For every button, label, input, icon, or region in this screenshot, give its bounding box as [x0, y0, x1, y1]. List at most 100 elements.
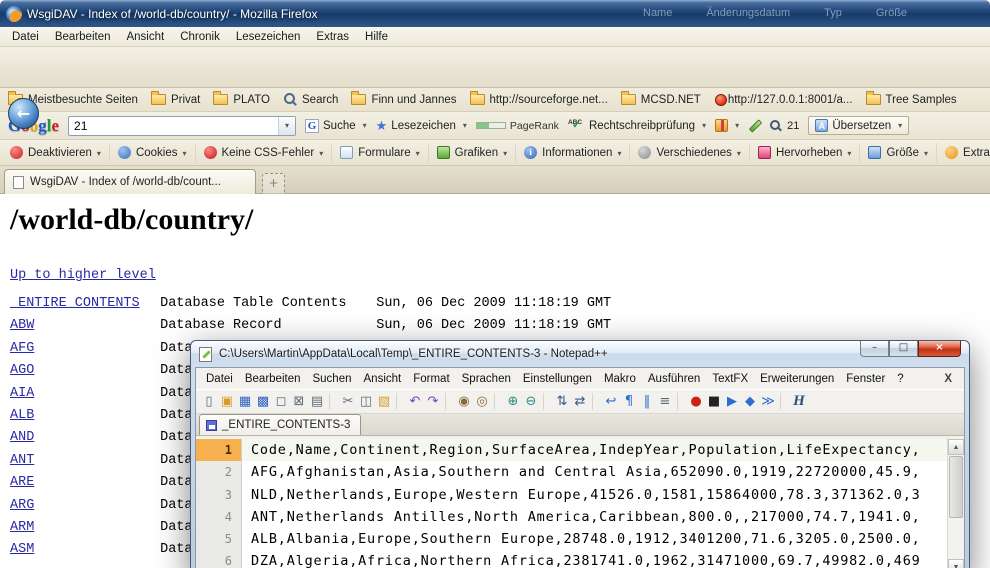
entry-link[interactable]: AFG — [10, 338, 152, 360]
redo-icon[interactable]: ↷ — [424, 392, 442, 411]
webdev-menu-item[interactable]: Formulare — [332, 143, 428, 162]
zoom-in-icon[interactable]: ⊕ — [504, 392, 522, 411]
webdev-menu-item[interactable]: Deaktivieren — [2, 143, 110, 162]
bookmark-item[interactable]: Tree Samples — [866, 94, 957, 106]
notepadpp-titlebar[interactable]: C:\Users\Martin\AppData\Local\Temp\_ENTI… — [191, 341, 969, 367]
menu-item[interactable]: Ansicht — [358, 371, 408, 387]
autofill-button[interactable] — [748, 119, 761, 132]
bookmark-item[interactable]: Finn und Jannes — [351, 94, 456, 106]
google-search-input[interactable] — [69, 118, 278, 134]
entry-link[interactable]: ARM — [10, 517, 152, 539]
webdev-menu-item[interactable]: Hervorheben — [750, 143, 861, 162]
entry-link[interactable]: ANT — [10, 450, 152, 472]
entry-link[interactable]: _ENTIRE_CONTENTS — [10, 293, 152, 315]
entry-link[interactable]: AIA — [10, 383, 152, 405]
find-icon[interactable]: ◉ — [455, 392, 473, 411]
scroll-down-arrow[interactable] — [948, 559, 964, 568]
new-file-icon[interactable]: ▯ — [200, 392, 218, 411]
menu-item[interactable]: Einstellungen — [517, 371, 598, 387]
minimize-button[interactable]: – — [860, 341, 889, 357]
webdev-menu-item[interactable]: Verschiedenes — [630, 143, 749, 162]
entry-link[interactable]: ASM — [10, 539, 152, 561]
entry-link[interactable]: ALB — [10, 405, 152, 427]
entry-link[interactable]: ABW — [10, 315, 152, 337]
spellcheck-button[interactable]: ABC Rechtschreibprüfung — [568, 119, 706, 133]
menu-item[interactable]: Makro — [598, 371, 642, 387]
webdev-menu-item[interactable]: Keine CSS-Fehler — [196, 143, 333, 162]
menu-item[interactable]: Erweiterungen — [754, 371, 840, 387]
save-all-icon[interactable]: ▩ — [254, 392, 272, 411]
copy-icon[interactable]: ◫ — [357, 392, 375, 411]
paste-icon[interactable]: ▧ — [375, 392, 393, 411]
menu-item[interactable]: Datei — [200, 371, 239, 387]
menu-item[interactable]: Extras — [308, 29, 357, 45]
doc-map-icon[interactable]: ≡ — [656, 392, 674, 411]
close-file-icon[interactable]: ◻ — [272, 392, 290, 411]
word-wrap-icon[interactable]: ↩ — [602, 392, 620, 411]
menu-item[interactable]: Ansicht — [118, 29, 172, 45]
scroll-up-arrow[interactable] — [948, 439, 964, 455]
bookmark-item[interactable]: http://127.0.0.1:8001/a... — [714, 94, 853, 106]
maximize-button[interactable]: □ — [889, 341, 918, 357]
entry-link[interactable]: ARE — [10, 472, 152, 494]
bookmark-item[interactable]: MCSD.NET — [621, 94, 701, 106]
menu-item[interactable]: ? — [891, 371, 909, 387]
webdev-menu-item[interactable]: Cookies — [110, 143, 196, 162]
bookmark-item[interactable]: Privat — [151, 94, 200, 106]
menu-item[interactable]: Fenster — [840, 371, 891, 387]
record-macro-icon[interactable]: ● — [687, 392, 705, 411]
send-to-button[interactable] — [715, 119, 739, 132]
menu-item[interactable]: Sprachen — [456, 371, 517, 387]
pagerank-indicator[interactable]: PageRank — [476, 120, 559, 132]
menu-item[interactable]: Suchen — [306, 371, 357, 387]
menu-item[interactable]: Datei — [4, 29, 47, 45]
menu-item[interactable]: Format — [407, 371, 455, 387]
cut-icon[interactable]: ✂ — [339, 392, 357, 411]
translate-button[interactable]: Übersetzen — [808, 116, 909, 135]
indent-guide-icon[interactable]: ‖ — [638, 392, 656, 411]
sync-vertical-icon[interactable]: ⇅ — [553, 392, 571, 411]
document-tab[interactable]: _ENTIRE_CONTENTS-3 — [199, 414, 361, 435]
save-macro-icon[interactable]: ◆ — [741, 392, 759, 411]
sync-horizontal-icon[interactable]: ⇄ — [571, 392, 589, 411]
google-search-box[interactable] — [68, 116, 296, 136]
up-to-higher-level-link[interactable]: Up to higher level — [10, 268, 156, 283]
menu-item[interactable]: TextFX — [706, 371, 754, 387]
undo-icon[interactable]: ↶ — [406, 392, 424, 411]
search-history-dropdown-icon[interactable] — [278, 117, 295, 135]
print-icon[interactable]: ▤ — [308, 392, 326, 411]
webdev-menu-item[interactable]: Informationen — [516, 143, 630, 162]
close-document-button[interactable]: X — [940, 371, 956, 387]
bookmark-item[interactable]: Search — [283, 93, 338, 106]
html-view-icon[interactable]: H — [790, 392, 808, 411]
close-all-icon[interactable]: ⊠ — [290, 392, 308, 411]
menu-item[interactable]: Bearbeiten — [239, 371, 307, 387]
editor-area[interactable]: 1 Code,Name,Continent,Region,SurfaceArea… — [196, 439, 964, 568]
menu-item[interactable]: Bearbeiten — [47, 29, 119, 45]
highlight-button[interactable]: 21 — [770, 119, 799, 132]
new-tab-button[interactable]: + — [262, 173, 285, 194]
entry-link[interactable]: ARG — [10, 495, 152, 517]
bookmark-item[interactable]: PLATO — [213, 94, 270, 106]
entry-link[interactable]: AGO — [10, 360, 152, 382]
replace-icon[interactable]: ◎ — [473, 392, 491, 411]
webdev-menu-item[interactable]: Grafiken — [429, 143, 516, 162]
zoom-out-icon[interactable]: ⊖ — [522, 392, 540, 411]
run-macro-icon[interactable]: ≫ — [759, 392, 777, 411]
bookmark-item[interactable]: http://sourceforge.net... — [470, 94, 608, 106]
scroll-thumb[interactable] — [949, 456, 963, 518]
show-all-chars-icon[interactable]: ¶ — [620, 392, 638, 411]
save-icon[interactable]: ▦ — [236, 392, 254, 411]
stop-macro-icon[interactable]: ■ — [705, 392, 723, 411]
menu-item[interactable]: Ausführen — [642, 371, 706, 387]
menu-item[interactable]: Chronik — [172, 29, 228, 45]
play-macro-icon[interactable]: ▶ — [723, 392, 741, 411]
tab-wsgidav[interactable]: WsgiDAV - Index of /world-db/count... — [4, 169, 256, 194]
menu-item[interactable]: Lesezeichen — [228, 29, 309, 45]
entry-link[interactable]: AND — [10, 427, 152, 449]
webdev-menu-item[interactable]: Extras — [937, 143, 990, 162]
vertical-scrollbar[interactable] — [947, 439, 964, 568]
google-bookmarks-button[interactable]: Lesezeichen — [376, 118, 467, 134]
menu-item[interactable]: Hilfe — [357, 29, 396, 45]
google-search-button[interactable]: Suche — [305, 119, 367, 133]
